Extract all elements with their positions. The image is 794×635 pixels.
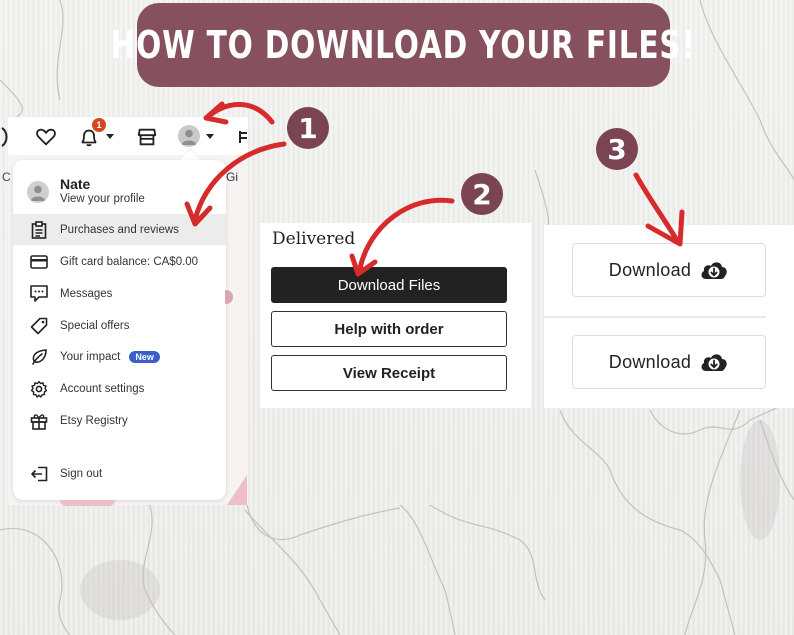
cloud-download-icon	[701, 354, 727, 371]
title-banner: How to download your files!	[111, 3, 695, 87]
profile-name: Nate	[60, 176, 91, 192]
menu-item-purchases-and-reviews[interactable]: Purchases and reviews	[13, 214, 226, 245]
profile-avatar	[27, 180, 49, 203]
page-title: How to download your files!	[110, 23, 697, 67]
new-badge: New	[129, 350, 160, 363]
divider	[544, 316, 766, 318]
download-button[interactable]: Download	[572, 335, 766, 389]
account-caret-icon[interactable]	[206, 134, 214, 139]
cart-icon[interactable]	[238, 126, 248, 148]
menu-item-etsy-registry[interactable]: Etsy Registry	[13, 405, 226, 436]
profile-link[interactable]: Nate View your profile	[27, 176, 145, 207]
download-files-button[interactable]: Download Files	[271, 267, 507, 303]
help-with-order-button[interactable]: Help with order	[271, 311, 507, 347]
menu-item-gift-card-balance[interactable]: Gift card balance: CA$0.00	[13, 246, 226, 277]
download-button-label: Download	[608, 259, 692, 280]
menu-item-messages[interactable]: Messages	[13, 278, 226, 309]
clipboard-icon	[30, 220, 48, 239]
menu-item-label: Account settings	[60, 382, 145, 395]
menu-item-your-impact[interactable]: Your impact New	[13, 341, 226, 372]
shop-store-icon[interactable]	[136, 126, 158, 148]
step-badge-2: 2	[461, 173, 503, 215]
tag-icon	[30, 317, 48, 335]
file-downloads-panel: Download Download	[544, 225, 794, 408]
credit-card-icon	[30, 253, 48, 271]
menu-item-label: Your impact	[60, 350, 121, 363]
menu-item-special-offers[interactable]: Special offers	[13, 310, 226, 341]
notifications-caret-icon[interactable]	[106, 134, 114, 139]
download-button-label: Download	[608, 351, 692, 372]
menu-item-account-settings[interactable]: Account settings	[13, 373, 226, 404]
decorative-pink-shape	[60, 500, 115, 506]
favorites-heart-icon[interactable]	[35, 126, 57, 148]
notification-count-badge: 1	[92, 118, 106, 132]
partial-left-text: C	[2, 170, 11, 184]
sign-out-icon	[30, 465, 48, 483]
order-actions-panel: Delivered Download Files Help with order…	[260, 223, 531, 408]
menu-item-label: Etsy Registry	[60, 414, 128, 427]
message-icon	[30, 285, 48, 303]
account-avatar-icon[interactable]	[178, 125, 200, 147]
menu-item-label: Purchases and reviews	[60, 223, 179, 236]
menu-item-label: Special offers	[60, 319, 130, 332]
download-button[interactable]: Download	[572, 243, 766, 297]
order-status: Delivered	[272, 229, 356, 249]
account-dropdown-menu: Nate View your profile Purchases and rev…	[13, 160, 226, 500]
cloud-download-icon	[701, 262, 727, 279]
view-receipt-button[interactable]: View Receipt	[271, 355, 507, 391]
decorative-pink-shape	[227, 475, 247, 505]
menu-item-label: Sign out	[60, 467, 103, 480]
step-badge-1: 1	[287, 107, 329, 149]
view-profile-link[interactable]: View your profile	[60, 192, 145, 207]
gear-icon	[30, 380, 48, 398]
menu-item-label: Messages	[60, 287, 113, 300]
menu-item-label: Gift card balance: CA$0.00	[60, 255, 199, 268]
step-badge-3: 3	[596, 128, 638, 170]
gift-icon	[30, 412, 48, 430]
partial-icon	[1, 127, 8, 147]
menu-item-sign-out[interactable]: Sign out	[13, 458, 226, 489]
partial-gift-text: Gi	[226, 170, 238, 184]
leaf-icon	[30, 348, 48, 366]
